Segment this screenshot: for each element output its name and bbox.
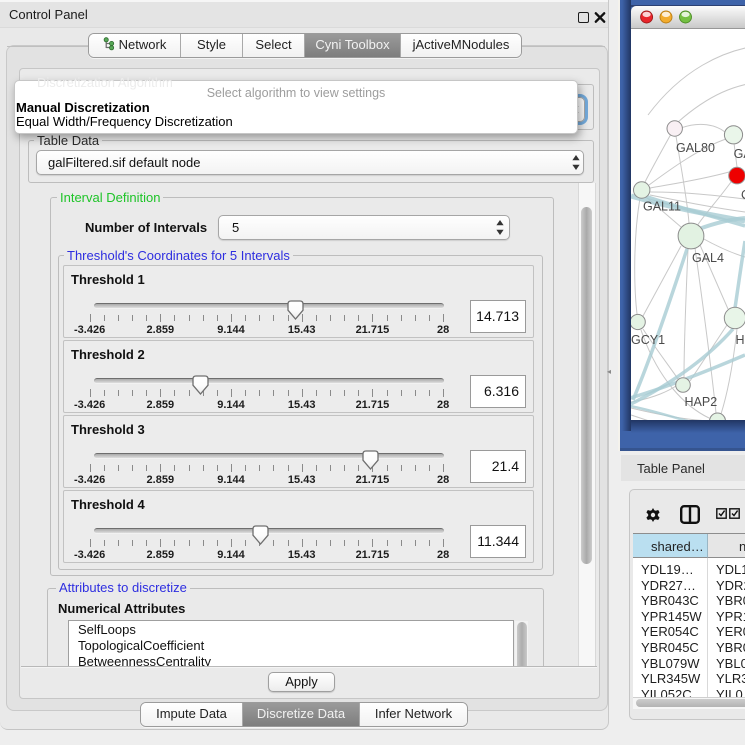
svg-text:GAL80: GAL80 [676, 141, 715, 155]
svg-text:C: C [741, 188, 745, 202]
svg-text:H: H [736, 333, 745, 347]
svg-text:HAP2: HAP2 [685, 395, 718, 409]
svg-text:GCY1: GCY1 [631, 333, 665, 347]
svg-text:GAL11: GAL11 [643, 200, 681, 214]
svg-text:GAL4: GAL4 [692, 251, 724, 265]
svg-text:GA: GA [734, 147, 745, 161]
